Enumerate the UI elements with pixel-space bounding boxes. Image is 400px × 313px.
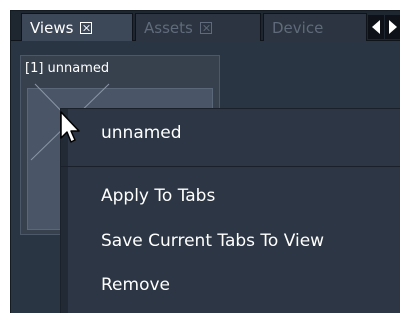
- close-icon[interactable]: [80, 21, 93, 34]
- menu-item-save-current-tabs-to-view[interactable]: Save Current Tabs To View: [101, 231, 324, 251]
- context-menu-header: unnamed: [101, 123, 182, 143]
- tab-bar: Views Assets Device: [11, 11, 400, 41]
- tab-device[interactable]: Device: [263, 13, 367, 41]
- scroll-left-icon: [372, 20, 380, 34]
- tab-views[interactable]: Views: [21, 13, 133, 41]
- close-icon[interactable]: [199, 21, 212, 34]
- tab-assets[interactable]: Assets: [135, 13, 261, 41]
- menu-separator: [61, 166, 400, 167]
- tab-device-label: Device: [272, 18, 324, 37]
- scroll-right-icon: [389, 20, 397, 34]
- tab-assets-label: Assets: [144, 18, 193, 37]
- menu-item-remove[interactable]: Remove: [101, 275, 170, 295]
- tab-scroll-left-button[interactable]: [368, 15, 384, 39]
- context-menu: unnamed Apply To Tabs Save Current Tabs …: [60, 108, 400, 313]
- tab-scroll-right-button[interactable]: [385, 15, 400, 39]
- tab-views-label: Views: [30, 18, 74, 37]
- mouse-pointer-icon: [60, 111, 80, 143]
- menu-item-apply-to-tabs[interactable]: Apply To Tabs: [101, 186, 215, 206]
- views-panel: Views Assets Device [1] unnamed unnamed …: [10, 10, 400, 313]
